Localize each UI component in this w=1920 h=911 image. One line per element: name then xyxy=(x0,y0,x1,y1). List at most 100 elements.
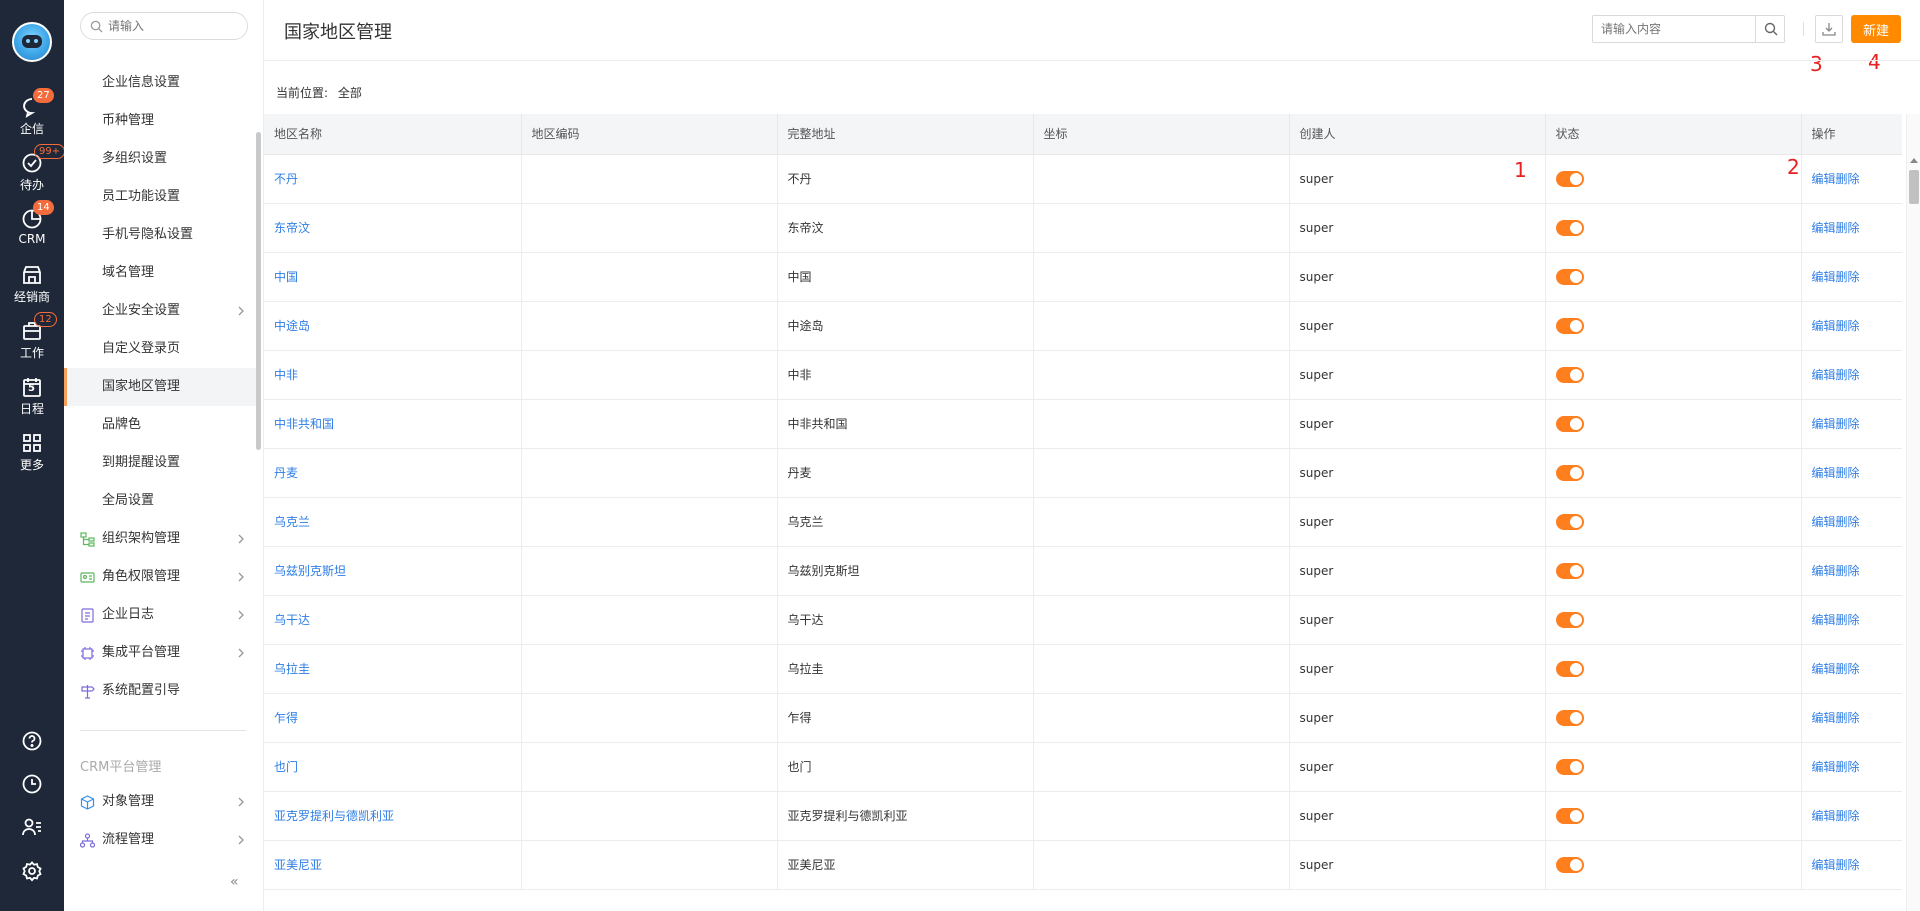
sidebar-search-input[interactable] xyxy=(108,17,238,35)
rail-item-crm[interactable]: 14 CRM xyxy=(0,200,64,256)
search-button[interactable] xyxy=(1755,15,1785,43)
sidebar-scrollbar[interactable] xyxy=(256,132,261,450)
status-toggle[interactable] xyxy=(1555,660,1584,677)
edit-link[interactable]: 编辑 xyxy=(1812,858,1836,872)
edit-link[interactable]: 编辑 xyxy=(1812,613,1836,627)
edit-link[interactable]: 编辑 xyxy=(1812,270,1836,284)
region-name-link[interactable]: 不丹 xyxy=(264,154,522,204)
status-toggle[interactable] xyxy=(1555,856,1584,873)
edit-link[interactable]: 编辑 xyxy=(1812,564,1836,578)
rail-item-more[interactable]: 更多 xyxy=(0,432,64,480)
region-name-link[interactable]: 乌兹别克斯坦 xyxy=(264,546,522,596)
content-search[interactable] xyxy=(1592,15,1756,43)
region-name-link[interactable]: 乍得 xyxy=(264,693,522,743)
edit-link[interactable]: 编辑 xyxy=(1812,368,1836,382)
rail-item-messages[interactable]: 27 企信 xyxy=(0,88,64,144)
status-toggle[interactable] xyxy=(1555,415,1584,432)
status-toggle[interactable] xyxy=(1555,464,1584,481)
status-toggle[interactable] xyxy=(1555,268,1584,285)
region-name-link[interactable]: 中非 xyxy=(264,350,522,400)
delete-link[interactable]: 删除 xyxy=(1836,466,1860,480)
edit-link[interactable]: 编辑 xyxy=(1812,221,1836,235)
table-scrollbar[interactable] xyxy=(1906,114,1920,911)
region-name-link[interactable]: 乌拉圭 xyxy=(264,644,522,694)
rail-item-dealer[interactable]: 经销商 xyxy=(0,264,64,312)
sidebar-group-process-management[interactable]: 流程管理 xyxy=(64,821,258,859)
delete-link[interactable]: 删除 xyxy=(1836,564,1860,578)
delete-link[interactable]: 删除 xyxy=(1836,760,1860,774)
sidebar-collapse-button[interactable]: « xyxy=(230,874,239,890)
sidebar-item-employee-features[interactable]: 员工功能设置 xyxy=(64,178,258,216)
region-name-link[interactable]: 东帝汶 xyxy=(264,203,522,253)
edit-link[interactable]: 编辑 xyxy=(1812,760,1836,774)
edit-link[interactable]: 编辑 xyxy=(1812,466,1836,480)
delete-link[interactable]: 删除 xyxy=(1836,809,1860,823)
delete-link[interactable]: 删除 xyxy=(1836,221,1860,235)
sidebar-group-object-management[interactable]: 对象管理 xyxy=(64,783,258,821)
sidebar-item-domain[interactable]: 域名管理 xyxy=(64,254,258,292)
sidebar-item-country-region[interactable]: 国家地区管理 xyxy=(64,368,258,406)
region-name-link[interactable]: 亚美尼亚 xyxy=(264,840,522,890)
edit-link[interactable]: 编辑 xyxy=(1812,711,1836,725)
edit-link[interactable]: 编辑 xyxy=(1812,515,1836,529)
sidebar-group-config-guide[interactable]: 系统配置引导 xyxy=(64,672,258,710)
edit-link[interactable]: 编辑 xyxy=(1812,662,1836,676)
sidebar-group-org-structure[interactable]: 组织架构管理 xyxy=(64,520,258,558)
status-toggle[interactable] xyxy=(1555,611,1584,628)
sidebar-search[interactable] xyxy=(80,12,248,40)
delete-link[interactable]: 删除 xyxy=(1836,515,1860,529)
delete-link[interactable]: 删除 xyxy=(1836,858,1860,872)
scrollbar-thumb[interactable] xyxy=(1909,170,1919,204)
rail-item-work[interactable]: 12 工作 xyxy=(0,312,64,368)
status-toggle[interactable] xyxy=(1555,317,1584,334)
delete-link[interactable]: 删除 xyxy=(1836,172,1860,186)
gear-icon[interactable] xyxy=(21,860,43,882)
region-name-link[interactable]: 丹麦 xyxy=(264,448,522,498)
region-name-link[interactable]: 也门 xyxy=(264,742,522,792)
status-toggle[interactable] xyxy=(1555,807,1584,824)
region-name-link[interactable]: 乌克兰 xyxy=(264,497,522,547)
new-button[interactable]: 新建 xyxy=(1851,15,1901,43)
column-header-status[interactable]: 状态 xyxy=(1545,114,1802,155)
delete-link[interactable]: 删除 xyxy=(1836,417,1860,431)
edit-link[interactable]: 编辑 xyxy=(1812,172,1836,186)
delete-link[interactable]: 删除 xyxy=(1836,711,1860,725)
rail-item-calendar[interactable]: 5 日程 xyxy=(0,376,64,424)
rail-item-todo[interactable]: 99+ 待办 xyxy=(0,144,66,200)
sidebar-item-security[interactable]: 企业安全设置 xyxy=(64,292,258,330)
region-name-link[interactable]: 中途岛 xyxy=(264,301,522,351)
clock-icon[interactable] xyxy=(21,773,43,795)
status-toggle[interactable] xyxy=(1555,170,1584,187)
delete-link[interactable]: 删除 xyxy=(1836,662,1860,676)
content-search-input[interactable] xyxy=(1601,21,1751,37)
column-header-creator[interactable]: 创建人 xyxy=(1289,114,1546,155)
delete-link[interactable]: 删除 xyxy=(1836,613,1860,627)
status-toggle[interactable] xyxy=(1555,366,1584,383)
export-button[interactable] xyxy=(1815,15,1843,43)
column-header-coordinates[interactable]: 坐标 xyxy=(1033,114,1290,155)
sidebar-group-integration[interactable]: 集成平台管理 xyxy=(64,634,258,672)
edit-link[interactable]: 编辑 xyxy=(1812,319,1836,333)
status-toggle[interactable] xyxy=(1555,513,1584,530)
status-toggle[interactable] xyxy=(1555,219,1584,236)
sidebar-item-currency[interactable]: 币种管理 xyxy=(64,102,258,140)
sidebar-item-company-info[interactable]: 企业信息设置 xyxy=(64,64,258,102)
delete-link[interactable]: 删除 xyxy=(1836,319,1860,333)
status-toggle[interactable] xyxy=(1555,709,1584,726)
sidebar-group-company-log[interactable]: 企业日志 xyxy=(64,596,258,634)
sidebar-item-phone-privacy[interactable]: 手机号隐私设置 xyxy=(64,216,258,254)
region-name-link[interactable]: 中国 xyxy=(264,252,522,302)
breadcrumb-value[interactable]: 全部 xyxy=(338,86,362,100)
sidebar-item-custom-login[interactable]: 自定义登录页 xyxy=(64,330,258,368)
user-list-icon[interactable] xyxy=(21,816,43,838)
sidebar-item-multi-org[interactable]: 多组织设置 xyxy=(64,140,258,178)
sidebar-group-role-permissions[interactable]: 角色权限管理 xyxy=(64,558,258,596)
delete-link[interactable]: 删除 xyxy=(1836,270,1860,284)
scroll-up-arrow-icon[interactable] xyxy=(1910,158,1918,163)
sidebar-item-global[interactable]: 全局设置 xyxy=(64,482,258,520)
column-header-name[interactable]: 地区名称 xyxy=(264,114,522,155)
delete-link[interactable]: 删除 xyxy=(1836,368,1860,382)
edit-link[interactable]: 编辑 xyxy=(1812,809,1836,823)
sidebar-item-expiry-reminder[interactable]: 到期提醒设置 xyxy=(64,444,258,482)
sidebar-item-brand-color[interactable]: 品牌色 xyxy=(64,406,258,444)
